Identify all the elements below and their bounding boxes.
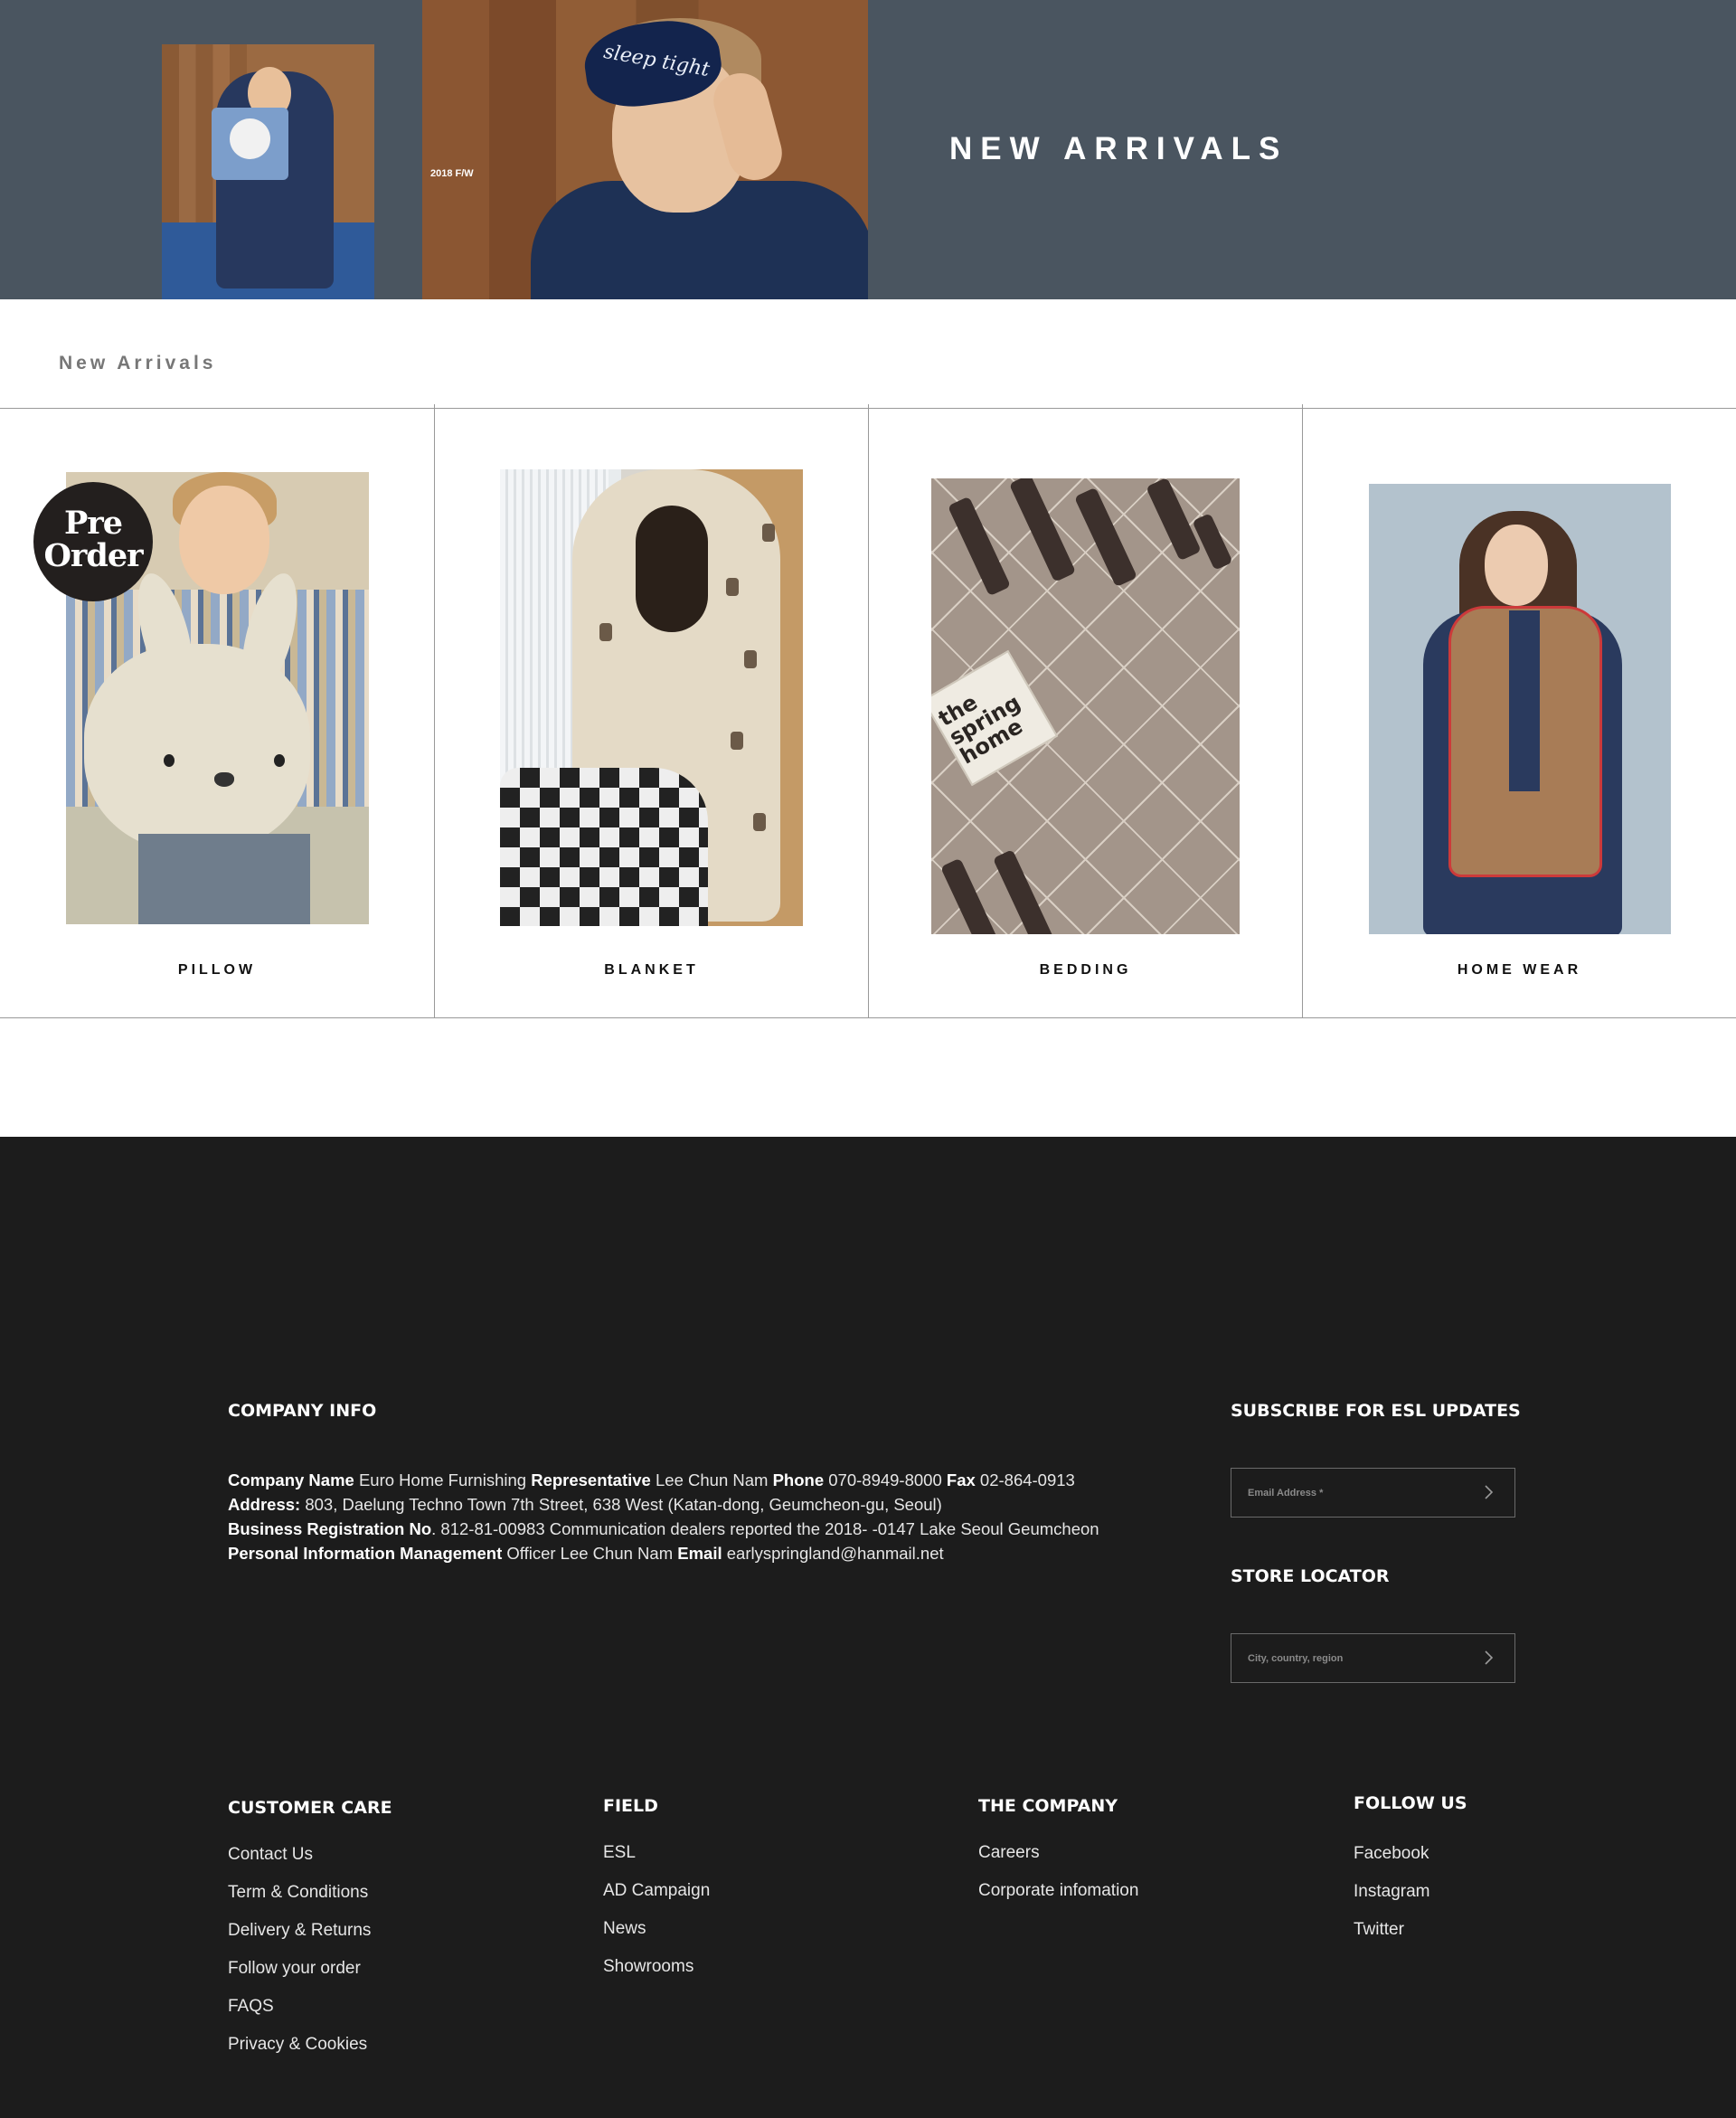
product-label-home-wear[interactable]: HOME WEAR	[1303, 962, 1736, 979]
footer-link-ad-campaign[interactable]: AD Campaign	[603, 1872, 710, 1910]
product-label-bedding[interactable]: BEDDING	[869, 962, 1302, 979]
chevron-right-icon[interactable]	[1478, 1482, 1498, 1502]
product-card-bedding[interactable]: the spring home BEDDING	[868, 404, 1302, 1017]
product-grid: Pre Order PILLOW BLANKET the spring home…	[0, 404, 1736, 1018]
company-info-heading: COMPANY INFO	[228, 1401, 377, 1421]
footer-link-news[interactable]: News	[603, 1910, 710, 1948]
store-locator-form	[1231, 1633, 1515, 1683]
field-column: FIELD ESL AD Campaign News Showrooms	[603, 1796, 710, 1986]
footer-link-careers[interactable]: Careers	[978, 1834, 1138, 1872]
customer-care-heading: CUSTOMER CARE	[228, 1798, 392, 1818]
season-label: 2018 F/W	[430, 168, 474, 179]
subscribe-form	[1231, 1468, 1515, 1518]
company-info-text: Company Name Euro Home Furnishing Repres…	[228, 1470, 1099, 1563]
hero-photo-pillow-bed	[162, 44, 374, 299]
product-label-blanket[interactable]: BLANKET	[435, 962, 868, 979]
footer-link-corporate-information[interactable]: Corporate infomation	[978, 1872, 1138, 1910]
product-label-pillow[interactable]: PILLOW	[0, 962, 434, 979]
product-card-pillow[interactable]: Pre Order PILLOW	[0, 409, 434, 1017]
product-card-blanket[interactable]: BLANKET	[434, 404, 868, 1017]
follow-us-column: FOLLOW US Facebook Instagram Twitter	[1354, 1793, 1467, 1949]
product-image-blanket[interactable]	[500, 469, 803, 926]
footer-link-twitter[interactable]: Twitter	[1354, 1911, 1467, 1949]
the-company-column: THE COMPANY Careers Corporate infomation	[978, 1796, 1138, 1910]
footer-link-showrooms[interactable]: Showrooms	[603, 1948, 710, 1986]
footer: COMPANY INFO Company Name Euro Home Furn…	[0, 1137, 1736, 2118]
chevron-right-icon[interactable]	[1478, 1648, 1498, 1668]
the-company-heading: THE COMPANY	[978, 1796, 1118, 1816]
product-image-home-wear[interactable]	[1369, 484, 1671, 934]
hero-title: NEW ARRIVALS	[949, 131, 1288, 166]
footer-link-contact-us[interactable]: Contact Us	[228, 1836, 392, 1874]
follow-us-heading: FOLLOW US	[1354, 1793, 1467, 1813]
footer-link-esl[interactable]: ESL	[603, 1834, 710, 1872]
hero-photo-sleep-mask: sleep tight 2018 F/W	[422, 0, 868, 299]
footer-link-delivery-returns[interactable]: Delivery & Returns	[228, 1912, 392, 1950]
section-title: New Arrivals	[59, 353, 217, 373]
footer-link-follow-order[interactable]: Follow your order	[228, 1950, 392, 1988]
email-input[interactable]	[1231, 1469, 1476, 1517]
footer-link-facebook[interactable]: Facebook	[1354, 1835, 1467, 1873]
product-card-home-wear[interactable]: HOME WEAR	[1302, 404, 1736, 1017]
footer-link-instagram[interactable]: Instagram	[1354, 1873, 1467, 1911]
customer-care-column: CUSTOMER CARE Contact Us Term & Conditio…	[228, 1798, 392, 2064]
location-input[interactable]	[1231, 1634, 1476, 1682]
product-image-bedding[interactable]: the spring home	[931, 478, 1240, 934]
footer-link-terms[interactable]: Term & Conditions	[228, 1874, 392, 1912]
store-locator-heading: STORE LOCATOR	[1231, 1566, 1390, 1586]
field-heading: FIELD	[603, 1796, 658, 1816]
subscribe-heading: SUBSCRIBE FOR ESL UPDATES	[1231, 1401, 1521, 1421]
pre-order-badge: Pre Order	[33, 482, 153, 601]
footer-link-faqs[interactable]: FAQS	[228, 1988, 392, 2026]
footer-link-privacy-cookies[interactable]: Privacy & Cookies	[228, 2026, 392, 2064]
hero-banner: sleep tight 2018 F/W NEW ARRIVALS	[0, 0, 1736, 299]
